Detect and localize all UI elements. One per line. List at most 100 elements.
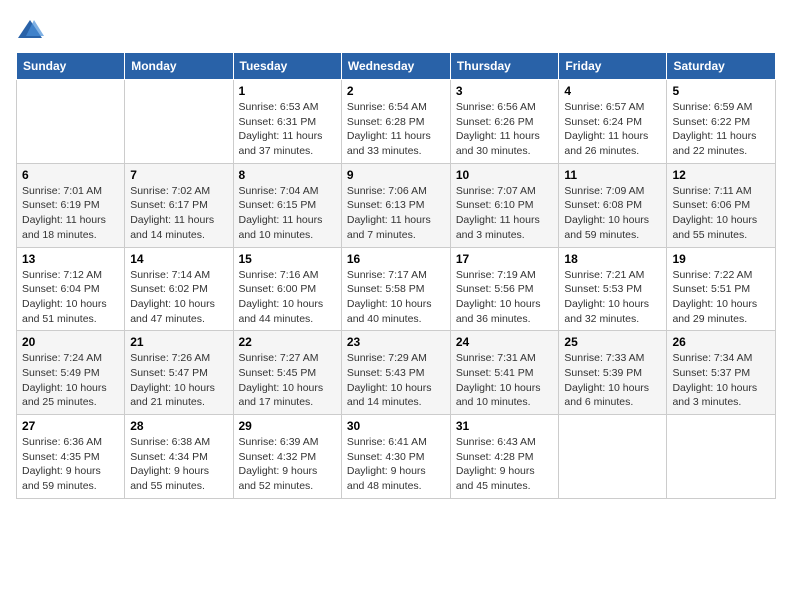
calendar-cell: 20 Sunrise: 7:24 AM Sunset: 5:49 PM Dayli… — [17, 331, 125, 415]
calendar-cell: 12 Sunrise: 7:11 AM Sunset: 6:06 PM Dayli… — [667, 163, 776, 247]
day-info: Sunrise: 7:04 AM Sunset: 6:15 PM Dayligh… — [239, 184, 336, 243]
day-info: Sunrise: 7:19 AM Sunset: 5:56 PM Dayligh… — [456, 268, 554, 327]
calendar-cell: 10Sunrise: 7:07 AM Sunset: 6:10 PM Dayli… — [450, 163, 559, 247]
calendar-week-row: 20 Sunrise: 7:24 AM Sunset: 5:49 PM Dayli… — [17, 331, 776, 415]
calendar-cell: 2Sunrise: 6:54 AM Sunset: 6:28 PM Daylig… — [341, 80, 450, 164]
day-info: Sunrise: 7:21 AM Sunset: 5:53 PM Dayligh… — [564, 268, 661, 327]
day-info: Sunrise: 7:16 AM Sunset: 6:00 PM Dayligh… — [239, 268, 336, 327]
day-number: 19 — [672, 252, 770, 266]
day-info: Sunrise: 7:34 AM Sunset: 5:37 PM Dayligh… — [672, 351, 770, 410]
calendar-week-row: 27Sunrise: 6:36 AM Sunset: 4:35 PM Dayli… — [17, 415, 776, 499]
calendar-cell: 8 Sunrise: 7:04 AM Sunset: 6:15 PM Daylig… — [233, 163, 341, 247]
day-number: 7 — [130, 168, 227, 182]
day-info: Sunrise: 6:56 AM Sunset: 6:26 PM Dayligh… — [456, 100, 554, 159]
day-info: Sunrise: 7:17 AM Sunset: 5:58 PM Dayligh… — [347, 268, 445, 327]
day-number: 23 — [347, 335, 445, 349]
calendar-cell: 15 Sunrise: 7:16 AM Sunset: 6:00 PM Dayli… — [233, 247, 341, 331]
calendar-cell: 18 Sunrise: 7:21 AM Sunset: 5:53 PM Dayli… — [559, 247, 667, 331]
day-number: 2 — [347, 84, 445, 98]
day-number: 10 — [456, 168, 554, 182]
day-info: Sunrise: 7:09 AM Sunset: 6:08 PM Dayligh… — [564, 184, 661, 243]
day-number: 8 — [239, 168, 336, 182]
calendar-cell: 31 Sunrise: 6:43 AM Sunset: 4:28 PM Dayli… — [450, 415, 559, 499]
calendar-cell: 1 Sunrise: 6:53 AM Sunset: 6:31 PM Daylig… — [233, 80, 341, 164]
day-number: 21 — [130, 335, 227, 349]
day-number: 20 — [22, 335, 119, 349]
calendar-table: SundayMondayTuesdayWednesdayThursdayFrid… — [16, 52, 776, 499]
day-number: 25 — [564, 335, 661, 349]
day-info: Sunrise: 7:01 AM Sunset: 6:19 PM Dayligh… — [22, 184, 119, 243]
calendar-cell — [17, 80, 125, 164]
calendar-cell — [559, 415, 667, 499]
day-of-week-header: Wednesday — [341, 53, 450, 80]
day-number: 4 — [564, 84, 661, 98]
calendar-cell: 9 Sunrise: 7:06 AM Sunset: 6:13 PM Daylig… — [341, 163, 450, 247]
day-info: Sunrise: 6:43 AM Sunset: 4:28 PM Dayligh… — [456, 435, 554, 494]
calendar-cell: 7 Sunrise: 7:02 AM Sunset: 6:17 PM Daylig… — [125, 163, 233, 247]
day-info: Sunrise: 7:31 AM Sunset: 5:41 PM Dayligh… — [456, 351, 554, 410]
calendar-cell: 24 Sunrise: 7:31 AM Sunset: 5:41 PM Dayli… — [450, 331, 559, 415]
day-info: Sunrise: 7:12 AM Sunset: 6:04 PM Dayligh… — [22, 268, 119, 327]
calendar-cell: 11 Sunrise: 7:09 AM Sunset: 6:08 PM Dayli… — [559, 163, 667, 247]
day-number: 24 — [456, 335, 554, 349]
calendar-cell: 13 Sunrise: 7:12 AM Sunset: 6:04 PM Dayli… — [17, 247, 125, 331]
page-header — [16, 16, 776, 44]
calendar-cell: 5 Sunrise: 6:59 AM Sunset: 6:22 PM Daylig… — [667, 80, 776, 164]
calendar-cell: 22 Sunrise: 7:27 AM Sunset: 5:45 PM Dayli… — [233, 331, 341, 415]
calendar-cell: 30 Sunrise: 6:41 AM Sunset: 4:30 PM Dayli… — [341, 415, 450, 499]
day-info: Sunrise: 6:53 AM Sunset: 6:31 PM Dayligh… — [239, 100, 336, 159]
day-number: 17 — [456, 252, 554, 266]
day-info: Sunrise: 7:11 AM Sunset: 6:06 PM Dayligh… — [672, 184, 770, 243]
day-of-week-header: Monday — [125, 53, 233, 80]
calendar-header-row: SundayMondayTuesdayWednesdayThursdayFrid… — [17, 53, 776, 80]
day-info: Sunrise: 7:06 AM Sunset: 6:13 PM Dayligh… — [347, 184, 445, 243]
day-number: 29 — [239, 419, 336, 433]
day-number: 30 — [347, 419, 445, 433]
day-of-week-header: Sunday — [17, 53, 125, 80]
day-info: Sunrise: 6:57 AM Sunset: 6:24 PM Dayligh… — [564, 100, 661, 159]
day-number: 11 — [564, 168, 661, 182]
calendar-cell: 19Sunrise: 7:22 AM Sunset: 5:51 PM Dayli… — [667, 247, 776, 331]
day-number: 9 — [347, 168, 445, 182]
logo-icon — [16, 16, 44, 44]
day-number: 16 — [347, 252, 445, 266]
calendar-cell: 29Sunrise: 6:39 AM Sunset: 4:32 PM Dayli… — [233, 415, 341, 499]
day-of-week-header: Thursday — [450, 53, 559, 80]
day-info: Sunrise: 6:41 AM Sunset: 4:30 PM Dayligh… — [347, 435, 445, 494]
calendar-cell: 16 Sunrise: 7:17 AM Sunset: 5:58 PM Dayli… — [341, 247, 450, 331]
day-number: 18 — [564, 252, 661, 266]
calendar-cell: 3 Sunrise: 6:56 AM Sunset: 6:26 PM Daylig… — [450, 80, 559, 164]
day-number: 28 — [130, 419, 227, 433]
day-info: Sunrise: 7:26 AM Sunset: 5:47 PM Dayligh… — [130, 351, 227, 410]
day-of-week-header: Saturday — [667, 53, 776, 80]
calendar-cell: 21 Sunrise: 7:26 AM Sunset: 5:47 PM Dayli… — [125, 331, 233, 415]
day-number: 12 — [672, 168, 770, 182]
day-info: Sunrise: 7:27 AM Sunset: 5:45 PM Dayligh… — [239, 351, 336, 410]
calendar-cell: 23 Sunrise: 7:29 AM Sunset: 5:43 PM Dayli… — [341, 331, 450, 415]
calendar-cell: 17 Sunrise: 7:19 AM Sunset: 5:56 PM Dayli… — [450, 247, 559, 331]
day-number: 31 — [456, 419, 554, 433]
calendar-cell — [125, 80, 233, 164]
day-number: 5 — [672, 84, 770, 98]
day-info: Sunrise: 7:29 AM Sunset: 5:43 PM Dayligh… — [347, 351, 445, 410]
calendar-cell: 27Sunrise: 6:36 AM Sunset: 4:35 PM Dayli… — [17, 415, 125, 499]
day-number: 22 — [239, 335, 336, 349]
calendar-cell — [667, 415, 776, 499]
day-of-week-header: Tuesday — [233, 53, 341, 80]
day-number: 1 — [239, 84, 336, 98]
day-number: 3 — [456, 84, 554, 98]
day-number: 15 — [239, 252, 336, 266]
calendar-cell: 26 Sunrise: 7:34 AM Sunset: 5:37 PM Dayli… — [667, 331, 776, 415]
calendar-cell: 4 Sunrise: 6:57 AM Sunset: 6:24 PM Daylig… — [559, 80, 667, 164]
day-of-week-header: Friday — [559, 53, 667, 80]
day-info: Sunrise: 6:59 AM Sunset: 6:22 PM Dayligh… — [672, 100, 770, 159]
logo — [16, 16, 48, 44]
calendar-cell: 6 Sunrise: 7:01 AM Sunset: 6:19 PM Daylig… — [17, 163, 125, 247]
calendar-week-row: 6 Sunrise: 7:01 AM Sunset: 6:19 PM Daylig… — [17, 163, 776, 247]
day-number: 6 — [22, 168, 119, 182]
day-info: Sunrise: 7:33 AM Sunset: 5:39 PM Dayligh… — [564, 351, 661, 410]
day-info: Sunrise: 7:24 AM Sunset: 5:49 PM Dayligh… — [22, 351, 119, 410]
day-info: Sunrise: 7:02 AM Sunset: 6:17 PM Dayligh… — [130, 184, 227, 243]
day-number: 13 — [22, 252, 119, 266]
day-number: 26 — [672, 335, 770, 349]
